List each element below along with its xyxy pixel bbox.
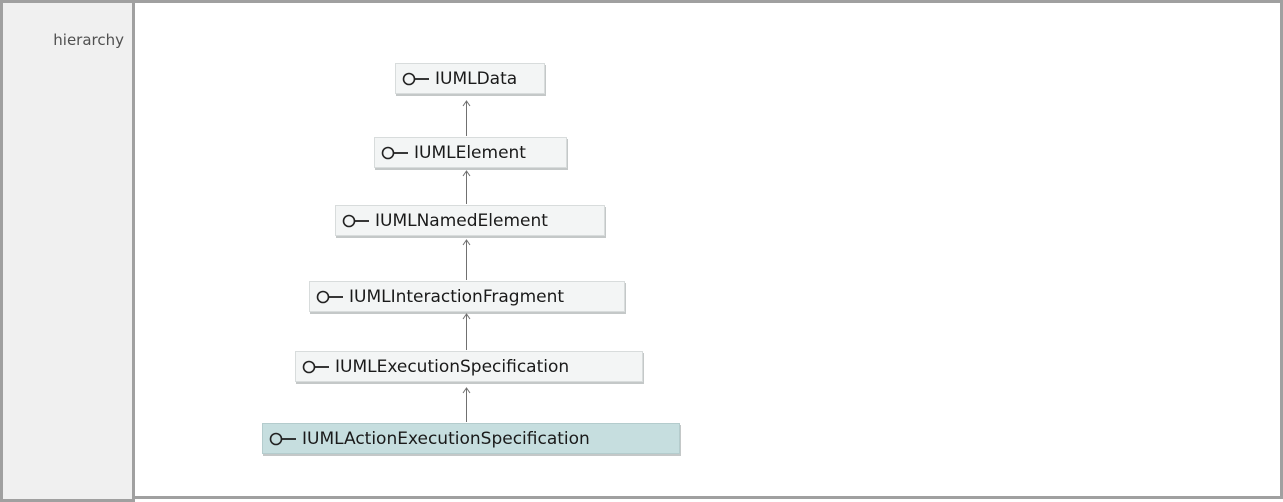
node-iumlelement[interactable]: IUMLElement <box>374 137 567 168</box>
inheritance-arrow <box>462 313 471 350</box>
node-label: IUMLActionExecutionSpecification <box>302 428 590 449</box>
interface-lollipop-icon <box>402 72 429 85</box>
row-label-cell: hierarchy <box>3 3 135 502</box>
node-label: IUMLInteractionFragment <box>349 286 565 307</box>
node-iumlexecutionspecification[interactable]: IUMLExecutionSpecification <box>295 351 643 382</box>
node-label: IUMLElement <box>414 142 526 163</box>
interface-lollipop-icon <box>302 360 329 373</box>
interface-lollipop-icon <box>316 290 343 303</box>
inheritance-arrow <box>462 239 471 280</box>
node-iumlinteractionfragment[interactable]: IUMLInteractionFragment <box>309 281 625 312</box>
node-iumlnamedelement[interactable]: IUMLNamedElement <box>335 205 605 236</box>
inheritance-arrow <box>462 170 471 204</box>
node-label: IUMLExecutionSpecification <box>335 356 570 377</box>
interface-lollipop-icon <box>269 432 296 445</box>
node-iumlactionexecutionspecification[interactable]: IUMLActionExecutionSpecification <box>262 423 680 454</box>
node-label: IUMLData <box>435 68 518 89</box>
node-label: IUMLNamedElement <box>375 210 548 231</box>
row-label: hierarchy <box>53 31 124 49</box>
inheritance-arrow <box>462 100 471 136</box>
hierarchy-diagram: IUMLData IUMLElement IUMLNamedElement IU… <box>135 3 1283 499</box>
node-iumldata[interactable]: IUMLData <box>395 63 545 94</box>
interface-lollipop-icon <box>381 146 408 159</box>
interface-lollipop-icon <box>342 214 369 227</box>
inheritance-arrow <box>462 387 471 422</box>
